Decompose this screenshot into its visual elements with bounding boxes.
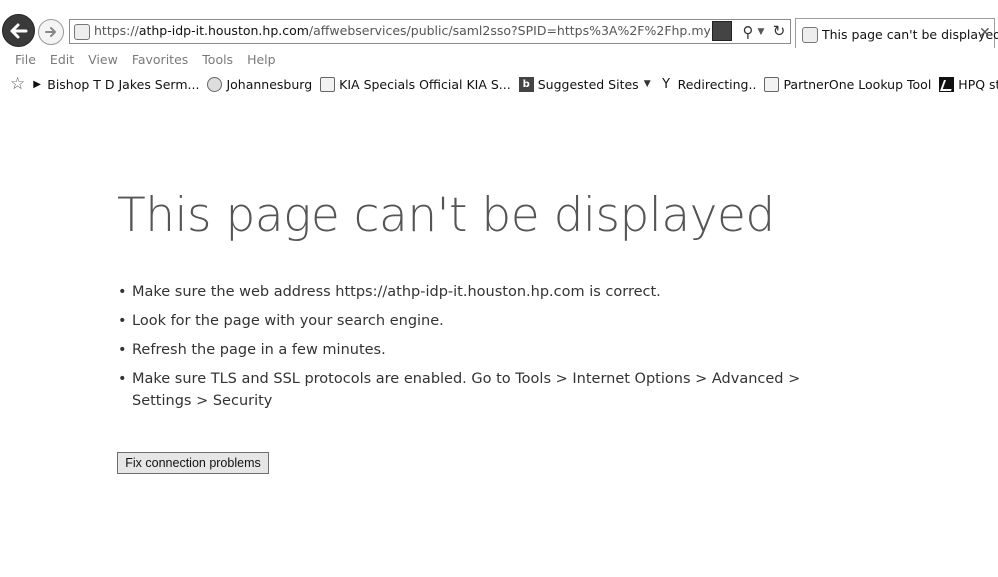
back-arrow-icon bbox=[10, 23, 27, 38]
refresh-icon[interactable]: ↻ bbox=[769, 21, 789, 41]
favorite-label: Bishop T D Jakes Serm... bbox=[47, 76, 200, 92]
bing-icon: b bbox=[518, 76, 534, 92]
menu-tools[interactable]: Tools bbox=[202, 50, 233, 70]
favorite-item[interactable]: ▶ Bishop T D Jakes Serm... bbox=[33, 77, 199, 92]
favorite-label: KIA Specials Official KIA S... bbox=[339, 76, 511, 92]
favorite-label: Johannesburg bbox=[226, 76, 313, 92]
navigation-row: https://athp-idp-it.houston.hp.com/affwe… bbox=[0, 14, 998, 50]
menu-edit[interactable]: Edit bbox=[50, 50, 74, 70]
favorite-item[interactable]: Johannesburg bbox=[207, 76, 313, 92]
favorite-item[interactable]: KIA Specials Official KIA S... bbox=[320, 76, 511, 92]
chevron-down-icon: ▼ bbox=[643, 79, 651, 89]
address-bar[interactable]: https://athp-idp-it.houston.hp.com/affwe… bbox=[69, 19, 791, 44]
add-favorites-star-icon[interactable]: ☆ bbox=[10, 75, 25, 92]
error-content: This page can't be displayed • Make sure … bbox=[117, 188, 837, 474]
bullet: • bbox=[118, 284, 127, 300]
forward-arrow-icon bbox=[45, 27, 56, 37]
tab-favicon-icon bbox=[802, 27, 818, 43]
back-button[interactable] bbox=[2, 14, 35, 47]
url-host: athp-idp-it.houston.hp.com bbox=[138, 23, 309, 38]
url-prefix: https:// bbox=[94, 23, 139, 38]
suggestion-text: Look for the page with your search engin… bbox=[132, 313, 444, 329]
bullet: • bbox=[118, 371, 127, 387]
redirect-icon: Y bbox=[662, 76, 671, 92]
suggestion-text: Make sure the web address https://athp-i… bbox=[132, 284, 661, 300]
tab-active[interactable]: This page can't be displayed ✕ bbox=[795, 18, 998, 48]
list-item: • Refresh the page in a few minutes. bbox=[117, 339, 837, 361]
favorite-item[interactable]: PartnerOne Lookup Tool bbox=[764, 76, 932, 92]
globe-icon bbox=[207, 76, 223, 92]
page-icon bbox=[320, 76, 336, 92]
play-icon: ▶ bbox=[33, 78, 41, 90]
forward-button[interactable] bbox=[38, 19, 64, 45]
url-path: /affwebservices/public/saml2sso?SPID=htt… bbox=[308, 23, 710, 38]
menu-help[interactable]: Help bbox=[247, 50, 276, 70]
favorite-item[interactable]: Y Redirecting.. bbox=[659, 76, 757, 92]
suggestion-text: Refresh the page in a few minutes. bbox=[132, 342, 386, 358]
page-icon bbox=[764, 76, 780, 92]
fix-connection-problems-button[interactable]: Fix connection problems bbox=[117, 452, 269, 474]
list-item: • Look for the page with your search engi… bbox=[117, 310, 837, 332]
list-item: • Make sure the web address https://athp-… bbox=[117, 281, 837, 303]
page-favicon-icon bbox=[74, 24, 90, 40]
favorite-label: PartnerOne Lookup Tool bbox=[783, 76, 932, 92]
bullet: • bbox=[118, 313, 127, 329]
dropdown-arrow-icon[interactable]: ▼ bbox=[756, 22, 766, 42]
page-title: This page can't be displayed bbox=[117, 188, 775, 243]
compatibility-view-icon[interactable] bbox=[712, 21, 732, 41]
tab-close-icon[interactable]: ✕ bbox=[979, 25, 991, 41]
menu-view[interactable]: View bbox=[88, 50, 118, 70]
suggestion-list: • Make sure the web address https://athp-… bbox=[117, 281, 837, 419]
favorite-label: Redirecting.. bbox=[677, 76, 757, 92]
favorite-item-suggested-sites[interactable]: b Suggested Sites ▼ bbox=[518, 76, 651, 92]
browser-chrome: https://athp-idp-it.houston.hp.com/affwe… bbox=[0, 0, 998, 98]
favorites-bar: ☆ ▶ Bishop T D Jakes Serm... Johannesbur… bbox=[0, 72, 998, 96]
search-icon[interactable]: ⚲ bbox=[738, 22, 758, 42]
favorite-label: Suggested Sites bbox=[537, 76, 639, 92]
menu-favorites[interactable]: Favorites bbox=[132, 50, 188, 70]
url-text[interactable]: https://athp-idp-it.houston.hp.com/affwe… bbox=[94, 23, 710, 41]
favorite-item[interactable]: HPQ stock quote - He bbox=[939, 76, 998, 92]
hpq-icon bbox=[939, 76, 955, 92]
menu-file[interactable]: File bbox=[15, 50, 36, 70]
bullet: • bbox=[118, 342, 127, 358]
menu-bar: File Edit View Favorites Tools Help bbox=[0, 50, 998, 70]
favorite-label: HPQ stock quote - He bbox=[958, 76, 998, 92]
tab-title: This page can't be displayed bbox=[822, 27, 998, 42]
list-item: • Make sure TLS and SSL protocols are ena… bbox=[117, 368, 837, 412]
suggestion-text: Make sure TLS and SSL protocols are enab… bbox=[132, 371, 801, 409]
